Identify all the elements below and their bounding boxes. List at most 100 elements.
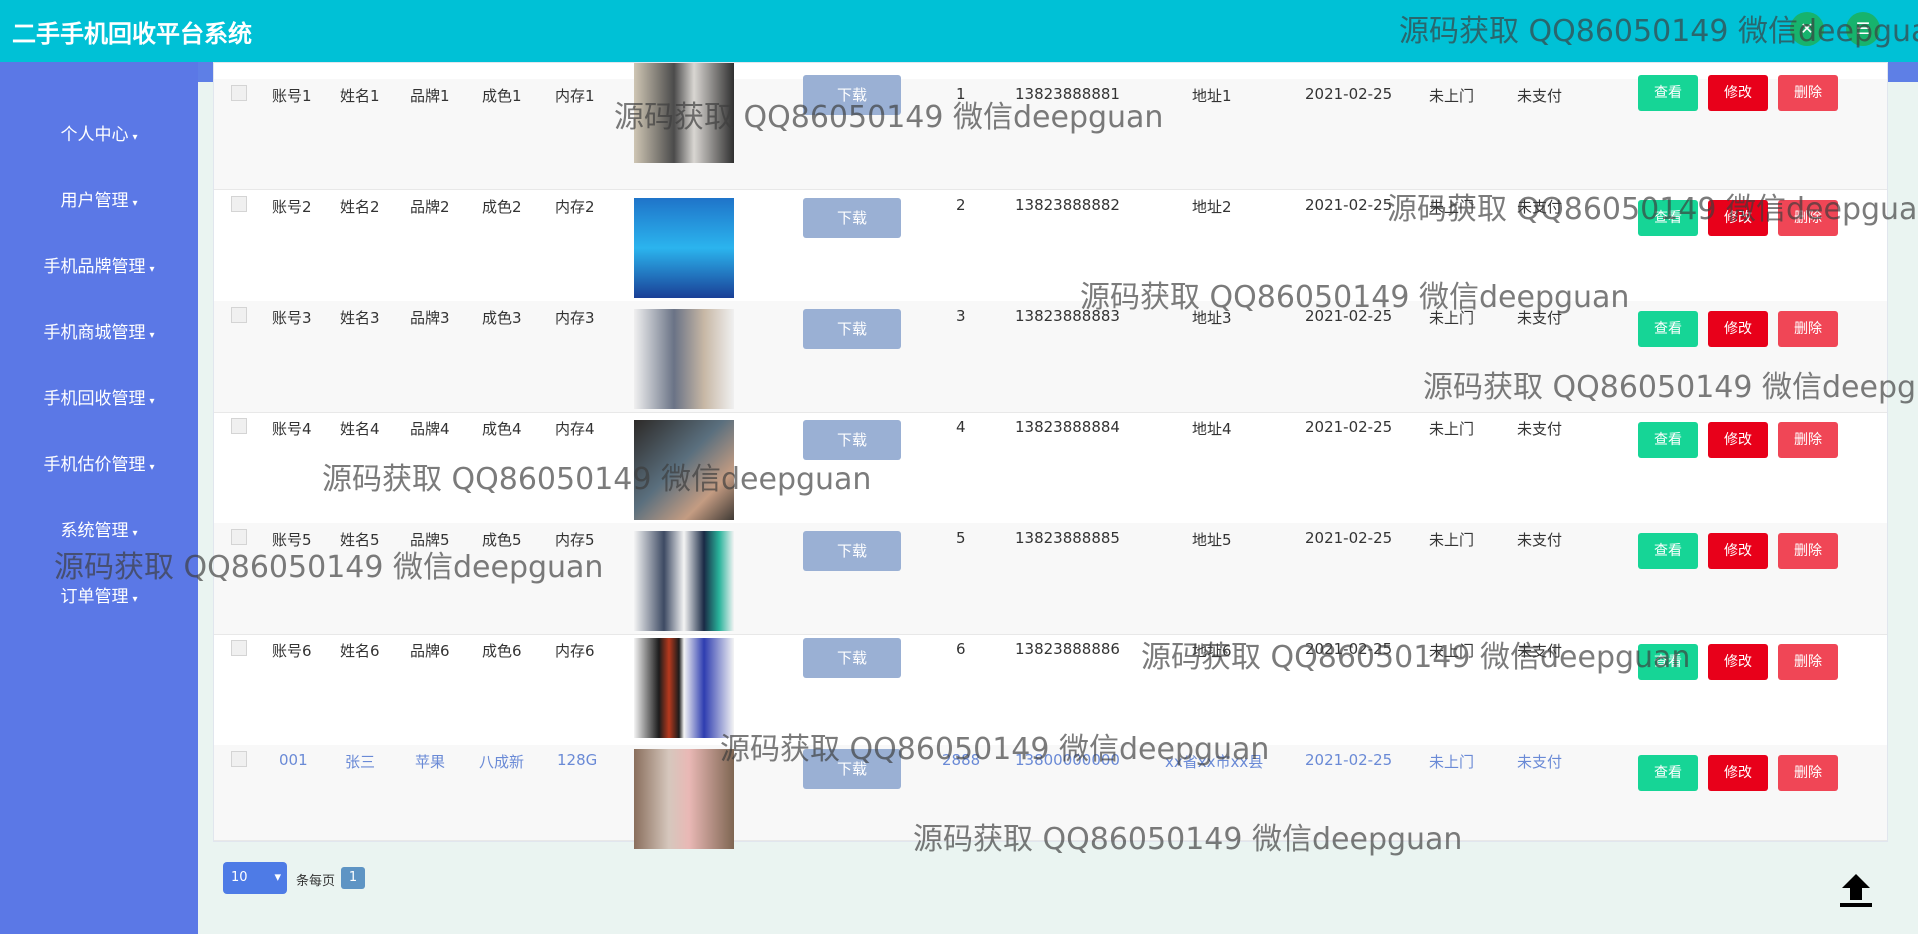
edit-button[interactable]: 修改 — [1708, 75, 1768, 111]
sidebar-item-users[interactable]: 用户管理 ▾ — [0, 186, 198, 211]
sidebar-item-label: 用户管理 — [60, 191, 129, 211]
cell-memory: 内存4 — [555, 420, 595, 438]
page-size-value: 10 — [231, 870, 248, 885]
cell-visit-status: 未上门 — [1429, 420, 1475, 438]
phone-thumbnail — [634, 749, 734, 849]
watermark: 源码获取 QQ86050149 微信deepguan — [913, 822, 1463, 857]
chevron-down-icon: ▾ — [132, 594, 138, 605]
download-button[interactable]: 下载 — [803, 198, 901, 238]
watermark: 源码获取 QQ86050149 微信deepguan — [720, 732, 1270, 767]
row-checkbox[interactable] — [231, 751, 247, 767]
chevron-down-icon: ▾ — [149, 330, 155, 341]
cell-visit-status: 未上门 — [1429, 753, 1475, 771]
cell-pay-status: 未支付 — [1517, 531, 1563, 549]
row-checkbox[interactable] — [231, 640, 247, 656]
page-1-button[interactable]: 1 — [341, 867, 365, 889]
cell-condition: 成色1 — [482, 87, 522, 105]
cell-quantity: 3 — [956, 307, 966, 325]
cell-pay-status: 未支付 — [1517, 420, 1563, 438]
back-to-top-icon[interactable] — [1838, 870, 1874, 910]
view-button[interactable]: 查看 — [1638, 755, 1698, 791]
watermark: 源码获取 QQ86050149 微信deepguan — [614, 100, 1164, 135]
cell-condition: 八成新 — [479, 753, 525, 771]
delete-button[interactable]: 删除 — [1778, 644, 1838, 680]
view-button[interactable]: 查看 — [1638, 422, 1698, 458]
cell-brand: 苹果 — [415, 753, 446, 771]
cell-name: 姓名1 — [340, 87, 380, 105]
edit-button[interactable]: 修改 — [1708, 755, 1768, 791]
sidebar-item-valuation[interactable]: 手机估价管理 ▾ — [0, 450, 198, 475]
row-checkbox[interactable] — [231, 196, 247, 212]
sidebar-item-label: 系统管理 — [60, 521, 129, 541]
sidebar-item-profile[interactable]: 个人中心 ▾ — [0, 120, 198, 145]
sidebar-item-label: 订单管理 — [60, 587, 129, 607]
cell-address: 地址1 — [1192, 87, 1232, 105]
cell-date: 2021-02-25 — [1305, 751, 1393, 769]
cell-visit-status: 未上门 — [1429, 87, 1475, 105]
sidebar-item-label: 手机品牌管理 — [43, 257, 146, 277]
edit-button[interactable]: 修改 — [1708, 533, 1768, 569]
cell-pay-status: 未支付 — [1517, 87, 1563, 105]
cell-condition: 成色2 — [482, 198, 522, 216]
edit-button[interactable]: 修改 — [1708, 311, 1768, 347]
watermark: 源码获取 QQ86050149 微信deepguan — [1423, 370, 1918, 405]
watermark: 源码获取 QQ86050149 微信deepguan — [1080, 280, 1630, 315]
cell-account: 账号6 — [272, 642, 312, 660]
view-button[interactable]: 查看 — [1638, 533, 1698, 569]
edit-button[interactable]: 修改 — [1708, 422, 1768, 458]
cell-memory: 128G — [557, 751, 598, 769]
sidebar: 个人中心 ▾ 用户管理 ▾ 手机品牌管理 ▾ 手机商城管理 ▾ 手机回收管理 ▾ 手机估价… — [0, 62, 198, 934]
cell-address: 地址2 — [1192, 198, 1232, 216]
cell-address: 地址5 — [1192, 531, 1232, 549]
sidebar-item-system[interactable]: 系统管理 ▾ — [0, 516, 198, 541]
cell-brand: 品牌2 — [410, 198, 450, 216]
phone-thumbnail — [634, 531, 734, 631]
chevron-down-icon: ▾ — [132, 528, 138, 539]
cell-brand: 品牌4 — [410, 420, 450, 438]
cell-account: 账号2 — [272, 198, 312, 216]
cell-phone: 13823888884 — [1015, 418, 1120, 436]
cell-memory: 内存6 — [555, 642, 595, 660]
cell-pay-status: 未支付 — [1517, 753, 1563, 771]
delete-button[interactable]: 删除 — [1778, 75, 1838, 111]
chevron-down-icon: ▾ — [274, 870, 281, 885]
cell-name: 张三 — [345, 753, 376, 771]
cell-memory: 内存3 — [555, 309, 595, 327]
delete-button[interactable]: 删除 — [1778, 533, 1838, 569]
row-checkbox[interactable] — [231, 418, 247, 434]
delete-button[interactable]: 删除 — [1778, 755, 1838, 791]
phone-thumbnail — [634, 638, 734, 738]
sidebar-item-recycle[interactable]: 手机回收管理 ▾ — [0, 384, 198, 409]
cell-phone: 13823888882 — [1015, 196, 1120, 214]
download-button[interactable]: 下载 — [803, 531, 901, 571]
edit-button[interactable]: 修改 — [1708, 644, 1768, 680]
cell-account: 账号1 — [272, 87, 312, 105]
view-button[interactable]: 查看 — [1638, 75, 1698, 111]
chevron-down-icon: ▾ — [149, 264, 155, 275]
cell-brand: 品牌1 — [410, 87, 450, 105]
row-checkbox[interactable] — [231, 85, 247, 101]
cell-brand: 品牌3 — [410, 309, 450, 327]
watermark: 源码获取 QQ86050149 微信deepguan — [322, 462, 872, 497]
view-button[interactable]: 查看 — [1638, 311, 1698, 347]
row-checkbox[interactable] — [231, 307, 247, 323]
download-button[interactable]: 下载 — [803, 309, 901, 349]
watermark: 源码获取 QQ86050149 微信deepguan — [1141, 640, 1691, 675]
sidebar-item-label: 手机商城管理 — [43, 323, 146, 343]
chevron-down-icon: ▾ — [149, 396, 155, 407]
cell-phone: 13823888886 — [1015, 640, 1120, 658]
page-size-select[interactable]: 10 ▾ — [223, 862, 287, 894]
delete-button[interactable]: 删除 — [1778, 311, 1838, 347]
sidebar-item-brands[interactable]: 手机品牌管理 ▾ — [0, 252, 198, 277]
sidebar-item-mall[interactable]: 手机商城管理 ▾ — [0, 318, 198, 343]
download-button[interactable]: 下载 — [803, 638, 901, 678]
watermark: 源码获取 QQ86050149 微信deepguan — [1387, 192, 1918, 227]
cell-name: 姓名2 — [340, 198, 380, 216]
cell-name: 姓名4 — [340, 420, 380, 438]
cell-quantity: 2 — [956, 196, 966, 214]
cell-condition: 成色4 — [482, 420, 522, 438]
watermark: 源码获取 QQ86050149 微信deepguan — [1399, 14, 1918, 49]
delete-button[interactable]: 删除 — [1778, 422, 1838, 458]
cell-account: 001 — [279, 751, 308, 769]
cell-date: 2021-02-25 — [1305, 85, 1393, 103]
